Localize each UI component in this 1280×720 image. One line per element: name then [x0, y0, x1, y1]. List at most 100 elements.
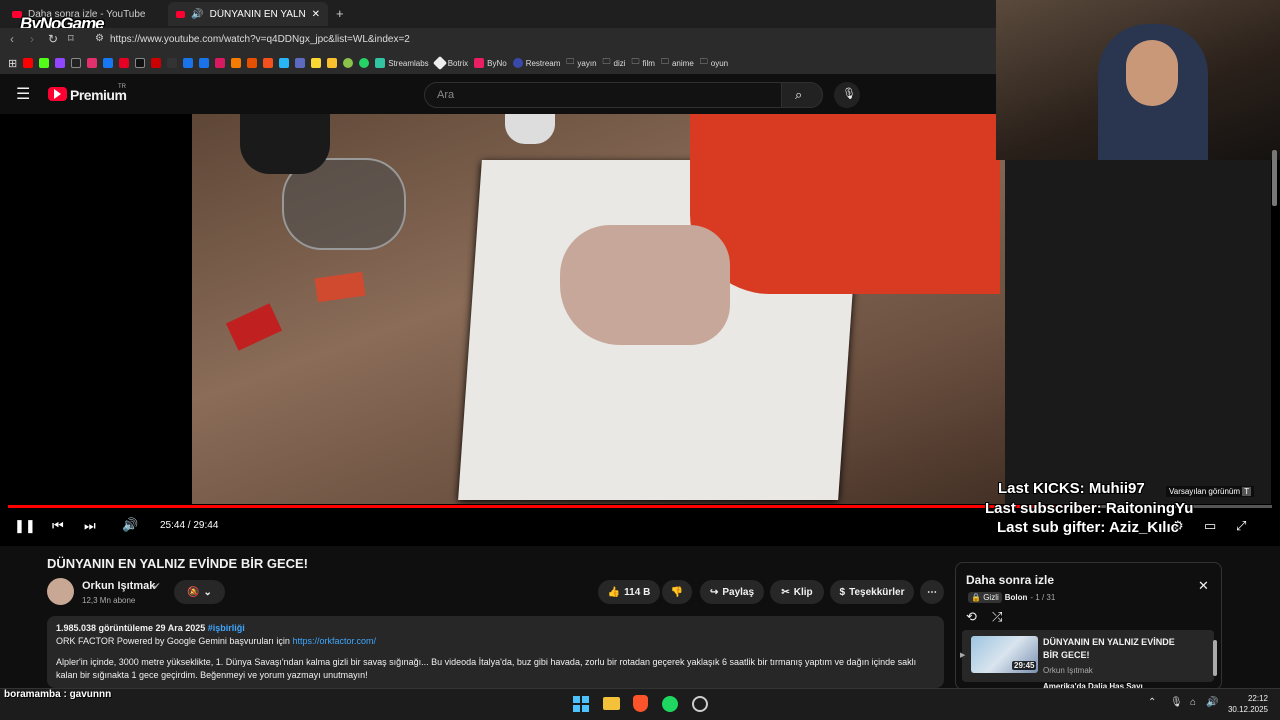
bookmark-icon[interactable]: [199, 58, 210, 68]
forward-icon[interactable]: ›: [30, 32, 34, 46]
playlist-owner[interactable]: Bolon: [1005, 593, 1028, 602]
bookmark-icon[interactable]: [215, 58, 226, 68]
next-icon[interactable]: ⏭: [84, 518, 96, 534]
x-bookmark-icon[interactable]: [71, 58, 82, 68]
voice-search-button[interactable]: 🎙: [834, 82, 860, 108]
description-link[interactable]: https://orkfactor.com/: [292, 636, 376, 646]
search-icon: ⌕: [795, 87, 803, 102]
page-scrollbar[interactable]: [1272, 150, 1277, 206]
tooltip-text: Varsayılan görünüm: [1169, 487, 1240, 496]
site-info-icon[interactable]: ⚙: [95, 33, 104, 44]
facebook-bookmark-icon[interactable]: [103, 58, 114, 68]
bookmark-folder-film[interactable]: 🗀 film: [632, 56, 655, 70]
youtube-bookmark-icon[interactable]: [23, 58, 34, 68]
apps-icon[interactable]: ⊞: [8, 57, 17, 70]
theater-mode-icon[interactable]: ▭: [1204, 518, 1216, 534]
bookmark-icon[interactable]: [151, 58, 162, 68]
spotify-icon[interactable]: [662, 696, 678, 712]
thanks-button[interactable]: $ Teşekkürler: [830, 580, 914, 604]
close-tab-icon[interactable]: ✕: [312, 9, 320, 20]
folder-icon: 🗀: [660, 57, 669, 66]
search-button[interactable]: ⌕: [781, 82, 823, 108]
subscribed-button[interactable]: 🔕 ⌄: [174, 580, 225, 604]
search-input[interactable]: Ara: [424, 82, 782, 108]
botrix-icon: [432, 55, 447, 71]
new-tab-button[interactable]: +: [336, 6, 344, 21]
bookmark-folder-yayin[interactable]: 🗀 yayın: [566, 56, 596, 70]
subscriber-count: 12,3 Mn abone: [82, 596, 136, 605]
kick-bookmark-icon[interactable]: [39, 58, 50, 68]
playlist-meta: 🔒 Gizli Bolon - 1 / 31: [968, 592, 1055, 603]
close-playlist-icon[interactable]: ✕: [1198, 578, 1209, 594]
folder-icon: 🗀: [699, 57, 708, 66]
playlist-scrollbar[interactable]: [1213, 640, 1217, 676]
bookmark-icon[interactable]: [327, 58, 338, 68]
progress-fill: [8, 505, 1102, 508]
webcam-face: [1126, 40, 1178, 106]
tray-chevron-icon[interactable]: ⌃: [1148, 697, 1156, 708]
bookmark-icon[interactable]: [167, 58, 178, 68]
share-button[interactable]: ↪ Paylaş: [700, 580, 764, 604]
bookmark-icon[interactable]: [247, 58, 258, 68]
chat-overlay-line: boramamba : gavunnn: [4, 689, 112, 700]
channel-avatar[interactable]: [47, 578, 74, 605]
dollar-icon: $: [839, 586, 846, 598]
previous-icon[interactable]: ⏮: [52, 518, 64, 534]
bookmark-icon[interactable]: ⌑: [68, 32, 74, 45]
whatsapp-bookmark-icon[interactable]: [359, 58, 370, 68]
loop-icon[interactable]: ⟲: [966, 609, 977, 625]
network-icon[interactable]: ⌂: [1190, 697, 1196, 708]
menu-icon[interactable]: ☰: [16, 84, 30, 104]
like-count: 114 B: [624, 586, 651, 598]
instagram-bookmark-icon[interactable]: [87, 58, 98, 68]
bookmark-folder-anime[interactable]: 🗀 anime: [661, 56, 694, 70]
obs-icon[interactable]: [692, 696, 708, 712]
bookmark-folder-dizi[interactable]: 🗀 dizi: [603, 56, 626, 70]
clock-date: 30.12.2025: [1227, 705, 1268, 714]
microphone-icon[interactable]: 🎙: [1170, 697, 1183, 708]
video-jacket: [690, 114, 1000, 294]
bookmark-icon[interactable]: [231, 58, 242, 68]
playlist-item-title[interactable]: DÜNYANIN EN YALNIZ EVİNDE BİR GECE!: [1043, 636, 1183, 662]
bookmark-botrix[interactable]: Botrix: [432, 55, 468, 71]
clip-button[interactable]: ✂ Klip: [770, 580, 824, 604]
folder-icon: 🗀: [631, 57, 640, 66]
shuffle-icon[interactable]: ⤮: [992, 609, 1002, 625]
bookmark-icon[interactable]: [343, 58, 354, 68]
start-icon[interactable]: [573, 696, 589, 712]
back-icon[interactable]: ‹: [10, 32, 14, 46]
bookmark-folder-oyun[interactable]: 🗀 oyun: [700, 56, 728, 70]
volume-tray-icon[interactable]: 🔊: [1206, 697, 1218, 708]
twitch-bookmark-icon[interactable]: [55, 58, 66, 68]
tiktok-bookmark-icon[interactable]: [135, 58, 146, 68]
clock[interactable]: 22:12 30.12.2025: [1226, 693, 1268, 715]
folder-icon: 🗀: [566, 57, 575, 66]
bookmark-icon[interactable]: [183, 58, 194, 68]
channel-name[interactable]: Orkun Işıtmak: [82, 580, 155, 592]
description-box[interactable]: 1.985.038 görüntüleme 29 Ara 2025 #işbir…: [47, 616, 944, 688]
pause-icon[interactable]: ❚❚: [14, 518, 36, 534]
bookmark-icon[interactable]: [279, 58, 290, 68]
hashtag-link[interactable]: #işbirliği: [208, 623, 245, 633]
description-line-1: ORK FACTOR Powered by Google Gemini başv…: [56, 635, 935, 648]
bookmark-streamlabs[interactable]: Streamlabs: [375, 58, 429, 68]
bookmark-icon[interactable]: [295, 58, 306, 68]
url-field[interactable]: https://www.youtube.com/watch?v=q4DDNgx_…: [110, 34, 410, 45]
volume-icon[interactable]: 🔊: [122, 517, 138, 533]
fullscreen-icon[interactable]: ⤢: [1236, 518, 1246, 534]
more-actions-button[interactable]: ⋯: [920, 580, 944, 604]
file-explorer-icon[interactable]: [603, 697, 620, 710]
bookmark-restream[interactable]: Restream: [512, 58, 560, 68]
bookmark-icon[interactable]: [311, 58, 322, 68]
like-button[interactable]: 👍 114 B: [598, 580, 660, 604]
dislike-button[interactable]: 👎: [662, 580, 692, 604]
tab-video[interactable]: 🔊 DÜNYANIN EN YALNIZ EVİNDE ✕: [168, 2, 328, 26]
speaker-icon: 🔊: [191, 8, 204, 20]
playlist-title[interactable]: Daha sonra izle: [966, 573, 1054, 587]
pinterest-bookmark-icon[interactable]: [119, 58, 130, 68]
bookmark-icon[interactable]: [263, 58, 274, 68]
reload-icon[interactable]: ↻: [48, 32, 58, 46]
bookmark-byno[interactable]: ByNo: [474, 58, 507, 68]
brave-browser-icon[interactable]: [633, 695, 648, 712]
video-hand: [560, 225, 730, 345]
